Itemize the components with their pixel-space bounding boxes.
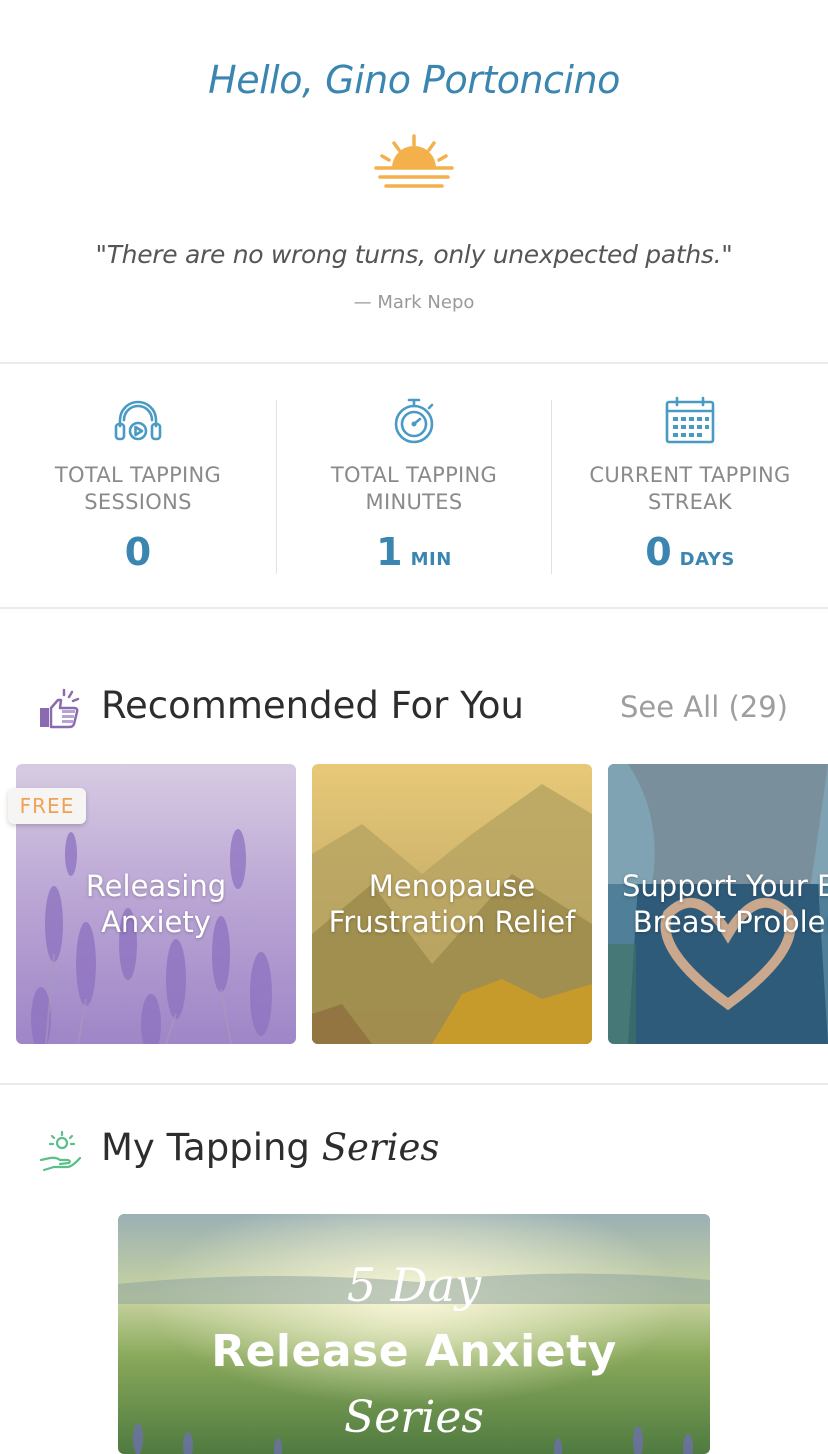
free-badge: FREE bbox=[8, 788, 86, 824]
quote-author: — Mark Nepo bbox=[353, 292, 475, 313]
series-card-title: Release Anxiety bbox=[211, 1326, 617, 1377]
hand-sun-icon bbox=[39, 1130, 82, 1172]
stat-unit: DAYS bbox=[679, 549, 735, 570]
daily-quote: "There are no wrong turns, only unexpect… bbox=[95, 240, 733, 269]
series-title-script: Series bbox=[321, 1126, 440, 1169]
greeting-title: Hello, Gino Portoncino bbox=[208, 58, 620, 102]
series-title: My Tapping Series bbox=[101, 1126, 440, 1169]
series-card-subtitle: Series bbox=[344, 1392, 484, 1443]
thumbs-up-icon bbox=[40, 688, 80, 729]
stat-total-minutes: TOTAL TAPPING MINUTES 1 MIN bbox=[276, 364, 552, 608]
stat-current-streak: CURRENT TAPPING STREAK 0 DAYS bbox=[552, 364, 828, 608]
stat-unit: MIN bbox=[410, 549, 452, 570]
headphones-play-icon bbox=[114, 400, 162, 441]
divider bbox=[0, 1083, 828, 1085]
see-all-link[interactable]: See All (29) bbox=[620, 690, 788, 724]
card-title: Menopause Frustration Relief bbox=[328, 869, 576, 939]
program-card-breast-support[interactable]: Support Your Bo Breast Problen bbox=[608, 764, 828, 1044]
stat-total-sessions: TOTAL TAPPING SESSIONS 0 bbox=[0, 364, 276, 608]
stat-label: TOTAL TAPPING MINUTES bbox=[330, 463, 498, 514]
sunrise-icon bbox=[374, 134, 454, 188]
stat-value: 0 DAYS bbox=[645, 530, 735, 574]
divider bbox=[0, 607, 828, 609]
stat-value: 0 bbox=[124, 530, 152, 574]
stats-panel: TOTAL TAPPING SESSIONS 0 TOTAL TAPPING M… bbox=[0, 364, 828, 608]
program-card-menopause[interactable]: Menopause Frustration Relief bbox=[312, 764, 592, 1044]
calendar-icon bbox=[665, 396, 715, 444]
card-title: Support Your Bo Breast Problen bbox=[622, 869, 828, 939]
recommended-title: Recommended For You bbox=[101, 684, 524, 727]
stat-value: 1 MIN bbox=[376, 530, 452, 574]
stopwatch-icon bbox=[394, 398, 434, 444]
stat-label: TOTAL TAPPING SESSIONS bbox=[54, 463, 222, 514]
series-card-day: 5 Day bbox=[346, 1258, 482, 1312]
stat-label: CURRENT TAPPING STREAK bbox=[589, 463, 791, 514]
